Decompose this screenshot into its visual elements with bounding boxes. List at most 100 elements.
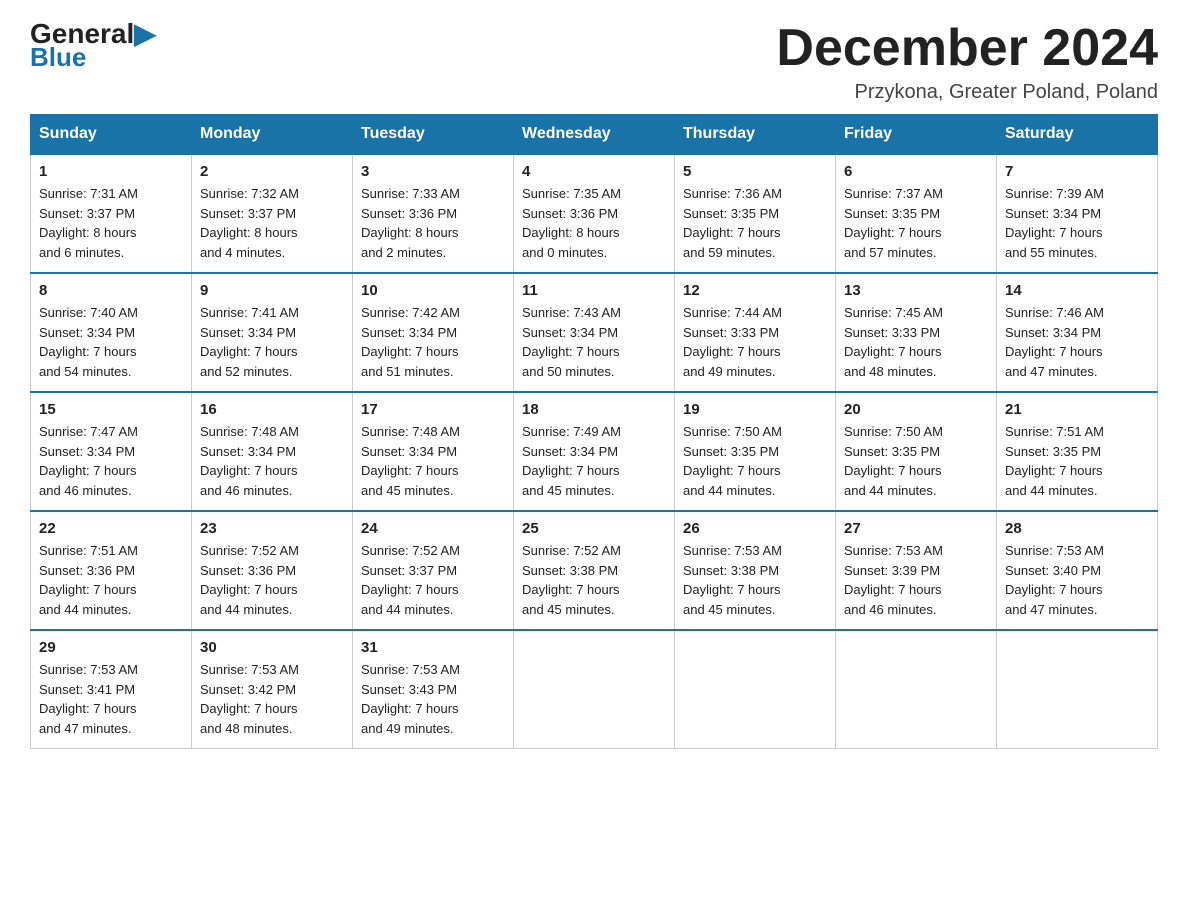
calendar-cell: 23Sunrise: 7:52 AMSunset: 3:36 PMDayligh… [192,511,353,630]
day-number: 13 [844,282,988,299]
logo-triangle-icon: ▶ [134,18,156,49]
calendar-cell: 4Sunrise: 7:35 AMSunset: 3:36 PMDaylight… [514,154,675,273]
day-number: 12 [683,282,827,299]
header-tuesday: Tuesday [353,115,514,155]
day-info: Sunrise: 7:50 AMSunset: 3:35 PMDaylight:… [844,422,988,500]
calendar-cell [836,630,997,749]
day-number: 15 [39,401,183,418]
day-info: Sunrise: 7:41 AMSunset: 3:34 PMDaylight:… [200,303,344,381]
day-number: 29 [39,639,183,656]
day-info: Sunrise: 7:36 AMSunset: 3:35 PMDaylight:… [683,184,827,262]
day-info: Sunrise: 7:47 AMSunset: 3:34 PMDaylight:… [39,422,183,500]
day-number: 18 [522,401,666,418]
day-number: 3 [361,163,505,180]
calendar-cell: 26 Sunrise: 7:53 AMSunset: 3:38 PMDayligh… [675,511,836,630]
calendar-cell: 1 Sunrise: 7:31 AMSunset: 3:37 PMDaylight… [31,154,192,273]
calendar-week-row: 22 Sunrise: 7:51 AMSunset: 3:36 PMDayligh… [31,511,1158,630]
day-info: Sunrise: 7:53 AMSunset: 3:38 PMDaylight:… [683,541,827,619]
day-number: 5 [683,163,827,180]
calendar-cell: 18 Sunrise: 7:49 AMSunset: 3:34 PMDayligh… [514,392,675,511]
day-number: 26 [683,520,827,537]
day-info: Sunrise: 7:51 AMSunset: 3:35 PMDaylight:… [1005,422,1149,500]
calendar-cell: 5 Sunrise: 7:36 AMSunset: 3:35 PMDaylight… [675,154,836,273]
day-info: Sunrise: 7:53 AMSunset: 3:40 PMDaylight:… [1005,541,1149,619]
day-number: 22 [39,520,183,537]
calendar-cell: 27 Sunrise: 7:53 AMSunset: 3:39 PMDayligh… [836,511,997,630]
day-number: 21 [1005,401,1149,418]
day-info: Sunrise: 7:32 AMSunset: 3:37 PMDaylight:… [200,184,344,262]
title-block: December 2024 Przykona, Greater Poland, … [776,20,1158,104]
calendar-cell: 22 Sunrise: 7:51 AMSunset: 3:36 PMDayligh… [31,511,192,630]
calendar-cell: 29Sunrise: 7:53 AMSunset: 3:41 PMDayligh… [31,630,192,749]
calendar-cell: 19 Sunrise: 7:50 AMSunset: 3:35 PMDayligh… [675,392,836,511]
day-info: Sunrise: 7:49 AMSunset: 3:34 PMDaylight:… [522,422,666,500]
calendar-cell: 17Sunrise: 7:48 AMSunset: 3:34 PMDayligh… [353,392,514,511]
day-number: 1 [39,163,183,180]
day-info: Sunrise: 7:42 AMSunset: 3:34 PMDaylight:… [361,303,505,381]
day-number: 19 [683,401,827,418]
day-number: 6 [844,163,988,180]
day-info: Sunrise: 7:52 AMSunset: 3:36 PMDaylight:… [200,541,344,619]
calendar-cell: 31Sunrise: 7:53 AMSunset: 3:43 PMDayligh… [353,630,514,749]
day-number: 28 [1005,520,1149,537]
calendar-cell: 3 Sunrise: 7:33 AMSunset: 3:36 PMDaylight… [353,154,514,273]
day-info: Sunrise: 7:51 AMSunset: 3:36 PMDaylight:… [39,541,183,619]
day-number: 25 [522,520,666,537]
day-number: 14 [1005,282,1149,299]
day-number: 31 [361,639,505,656]
day-info: Sunrise: 7:50 AMSunset: 3:35 PMDaylight:… [683,422,827,500]
day-info: Sunrise: 7:52 AMSunset: 3:38 PMDaylight:… [522,541,666,619]
logo: General▶ Blue [30,20,156,70]
day-number: 8 [39,282,183,299]
header-monday: Monday [192,115,353,155]
calendar-subtitle: Przykona, Greater Poland, Poland [776,81,1158,104]
day-info: Sunrise: 7:53 AMSunset: 3:39 PMDaylight:… [844,541,988,619]
day-info: Sunrise: 7:39 AMSunset: 3:34 PMDaylight:… [1005,184,1149,262]
header-sunday: Sunday [31,115,192,155]
calendar-week-row: 1 Sunrise: 7:31 AMSunset: 3:37 PMDaylight… [31,154,1158,273]
calendar-cell: 10Sunrise: 7:42 AMSunset: 3:34 PMDayligh… [353,273,514,392]
calendar-table: Sunday Monday Tuesday Wednesday Thursday… [30,114,1158,749]
day-number: 27 [844,520,988,537]
day-info: Sunrise: 7:52 AMSunset: 3:37 PMDaylight:… [361,541,505,619]
page-header: General▶ Blue December 2024 Przykona, Gr… [30,20,1158,104]
day-info: Sunrise: 7:53 AMSunset: 3:42 PMDaylight:… [200,660,344,738]
day-number: 11 [522,282,666,299]
calendar-cell: 6Sunrise: 7:37 AMSunset: 3:35 PMDaylight… [836,154,997,273]
calendar-title: December 2024 [776,20,1158,77]
calendar-cell: 30 Sunrise: 7:53 AMSunset: 3:42 PMDayligh… [192,630,353,749]
day-number: 30 [200,639,344,656]
day-number: 9 [200,282,344,299]
calendar-cell: 7 Sunrise: 7:39 AMSunset: 3:34 PMDaylight… [997,154,1158,273]
day-number: 24 [361,520,505,537]
day-number: 7 [1005,163,1149,180]
calendar-cell: 8 Sunrise: 7:40 AMSunset: 3:34 PMDaylight… [31,273,192,392]
day-number: 20 [844,401,988,418]
calendar-cell: 28 Sunrise: 7:53 AMSunset: 3:40 PMDayligh… [997,511,1158,630]
calendar-week-row: 29Sunrise: 7:53 AMSunset: 3:41 PMDayligh… [31,630,1158,749]
calendar-cell: 21 Sunrise: 7:51 AMSunset: 3:35 PMDayligh… [997,392,1158,511]
calendar-cell: 25 Sunrise: 7:52 AMSunset: 3:38 PMDayligh… [514,511,675,630]
calendar-week-row: 8 Sunrise: 7:40 AMSunset: 3:34 PMDaylight… [31,273,1158,392]
calendar-cell [514,630,675,749]
day-number: 4 [522,163,666,180]
day-info: Sunrise: 7:31 AMSunset: 3:37 PMDaylight:… [39,184,183,262]
calendar-cell: 2 Sunrise: 7:32 AMSunset: 3:37 PMDaylight… [192,154,353,273]
calendar-cell: 13Sunrise: 7:45 AMSunset: 3:33 PMDayligh… [836,273,997,392]
calendar-cell: 14 Sunrise: 7:46 AMSunset: 3:34 PMDayligh… [997,273,1158,392]
day-number: 2 [200,163,344,180]
day-info: Sunrise: 7:46 AMSunset: 3:34 PMDaylight:… [1005,303,1149,381]
day-info: Sunrise: 7:43 AMSunset: 3:34 PMDaylight:… [522,303,666,381]
day-info: Sunrise: 7:33 AMSunset: 3:36 PMDaylight:… [361,184,505,262]
header-wednesday: Wednesday [514,115,675,155]
weekday-header-row: Sunday Monday Tuesday Wednesday Thursday… [31,115,1158,155]
header-thursday: Thursday [675,115,836,155]
day-info: Sunrise: 7:40 AMSunset: 3:34 PMDaylight:… [39,303,183,381]
day-number: 16 [200,401,344,418]
calendar-cell [997,630,1158,749]
logo-blue-text: Blue [30,44,86,70]
calendar-cell: 20 Sunrise: 7:50 AMSunset: 3:35 PMDayligh… [836,392,997,511]
calendar-cell: 15 Sunrise: 7:47 AMSunset: 3:34 PMDayligh… [31,392,192,511]
day-info: Sunrise: 7:44 AMSunset: 3:33 PMDaylight:… [683,303,827,381]
day-info: Sunrise: 7:48 AMSunset: 3:34 PMDaylight:… [361,422,505,500]
